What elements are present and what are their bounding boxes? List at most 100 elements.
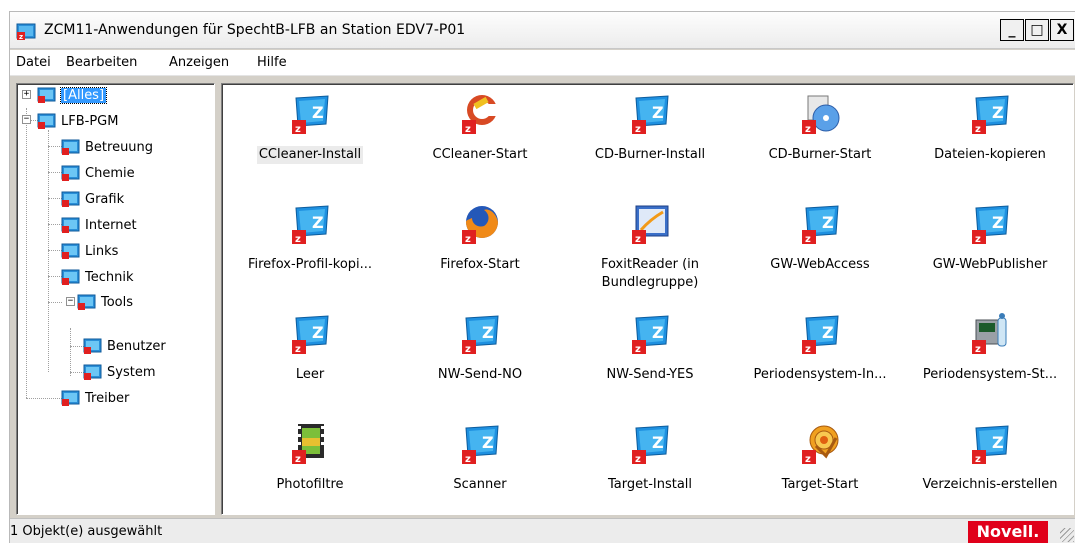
status-text: 1 Objekt(e) ausgewählt [10, 524, 163, 539]
tree-label: Links [85, 243, 119, 259]
svg-text:z: z [975, 344, 981, 355]
menu-hilfe[interactable]: Hilfe [257, 55, 287, 70]
zen-z-icon: Zz [972, 95, 1009, 135]
app-item[interactable]: Zz Dateien-kopieren [905, 90, 1075, 164]
tree-label: Benutzer [107, 338, 166, 354]
app-item[interactable]: Zz Scanner [395, 420, 565, 494]
app-item[interactable]: Zz GW-WebAccess [735, 200, 905, 274]
svg-text:z: z [805, 344, 811, 355]
app-item[interactable]: Zz Periodensystem-In... [735, 310, 905, 384]
tree-expand-alles[interactable]: + [22, 90, 31, 99]
tree-collapse-tools[interactable]: − [66, 297, 75, 306]
close-button[interactable]: X [1050, 19, 1074, 41]
app-item[interactable]: z Photofiltre [225, 420, 395, 494]
app-icon-view[interactable]: Zz CCleaner-Install z CCleaner-Start Zz … [221, 83, 1074, 515]
menu-anzeigen[interactable]: Anzeigen [169, 55, 229, 70]
tree-item-benutzer[interactable]: Benutzer [83, 335, 166, 357]
app-label: Scanner [453, 477, 507, 492]
svg-text:Z: Z [992, 103, 1004, 122]
app-label-line2: Bundlegruppe) [601, 275, 699, 290]
menu-bearbeiten[interactable]: Bearbeiten [66, 55, 137, 70]
tree-label: Betreuung [85, 139, 154, 155]
zen-folder-icon [37, 113, 56, 129]
tree-collapse-lfb-pgm[interactable]: − [22, 115, 31, 124]
app-label: NW-Send-NO [437, 367, 523, 382]
tree-item-technik[interactable]: Technik [61, 266, 134, 288]
zen-folder-icon [61, 165, 80, 181]
zen-folder-icon [61, 217, 80, 233]
zen-z-icon: Zz [292, 95, 329, 135]
tree-item-grafik[interactable]: Grafik [61, 188, 124, 210]
tree-item-system[interactable]: System [83, 361, 155, 383]
app-item[interactable]: Zz GW-WebPublisher [905, 200, 1075, 274]
tree-item-alles[interactable]: [Alles] [37, 84, 108, 106]
svg-text:Z: Z [482, 323, 494, 342]
svg-text:z: z [465, 234, 471, 245]
app-item[interactable]: z FoxitReader (in Bundlegruppe) [565, 200, 735, 292]
app-label: CD-Burner-Start [768, 147, 872, 162]
app-item[interactable]: z Target-Start [735, 420, 905, 494]
svg-text:z: z [19, 33, 23, 41]
title-bar[interactable]: z ZCM11-Anwendungen für SpechtB-LFB an S… [10, 12, 1075, 49]
zen-z-icon: Zz [632, 315, 669, 355]
zen-folder-icon [61, 269, 80, 285]
svg-text:z: z [805, 454, 811, 465]
foxit-icon: z [632, 205, 669, 245]
novell-logo: Novell. [968, 521, 1048, 543]
svg-text:z: z [295, 344, 301, 355]
app-label: Dateien-kopieren [934, 147, 1046, 162]
tree-item-tools[interactable]: Tools [77, 291, 133, 313]
app-item[interactable]: Zz NW-Send-NO [395, 310, 565, 384]
tree-item-betreuung[interactable]: Betreuung [61, 136, 153, 158]
folder-tree[interactable]: + − − [Alles] LFB-PGM Betreuung Chemie G… [16, 83, 215, 515]
firefox-icon: z [462, 206, 498, 245]
app-item[interactable]: z CD-Burner-Start [735, 90, 905, 164]
app-item[interactable]: Zz NW-Send-YES [565, 310, 735, 384]
app-label: GW-WebAccess [770, 257, 870, 272]
zen-z-icon: Zz [972, 425, 1009, 465]
minimize-button[interactable]: _ [1000, 19, 1024, 41]
tree-label: Internet [85, 217, 137, 233]
app-label: Verzeichnis-erstellen [922, 477, 1058, 492]
app-item[interactable]: Zz Target-Install [565, 420, 735, 494]
app-window: z ZCM11-Anwendungen für SpechtB-LFB an S… [9, 11, 1075, 543]
svg-text:Z: Z [652, 103, 664, 122]
tree-label: Grafik [85, 191, 125, 207]
app-item[interactable]: Zz Firefox-Profil-kopi... [225, 200, 395, 274]
app-label: CCleaner-Install [256, 146, 364, 164]
zen-z-icon: Zz [802, 315, 839, 355]
resize-grip-icon[interactable] [1060, 528, 1074, 542]
tree-item-links[interactable]: Links [61, 240, 118, 262]
tree-label-lfb-pgm: LFB-PGM [61, 113, 119, 129]
ccleaner-icon: z [462, 95, 498, 135]
app-item[interactable]: z CCleaner-Start [395, 90, 565, 164]
tree-item-lfb-pgm[interactable]: LFB-PGM [37, 110, 118, 132]
app-item[interactable]: Zz CCleaner-Install [225, 90, 395, 164]
svg-text:Z: Z [312, 103, 324, 122]
svg-text:Z: Z [312, 213, 324, 232]
tree-item-chemie[interactable]: Chemie [61, 162, 135, 184]
app-item[interactable]: Zz Verzeichnis-erstellen [905, 420, 1075, 494]
app-item[interactable]: z Firefox-Start [395, 200, 565, 274]
menu-datei[interactable]: Datei [16, 55, 51, 70]
tree-label: Technik [85, 269, 134, 285]
app-label: Target-Start [781, 477, 859, 492]
svg-text:z: z [635, 454, 641, 465]
app-item[interactable]: Zz CD-Burner-Install [565, 90, 735, 164]
zen-z-icon: Zz [292, 315, 329, 355]
app-item[interactable]: z Periodensystem-St... [905, 310, 1075, 384]
zen-folder-icon [61, 243, 80, 259]
tree-item-treiber[interactable]: Treiber [61, 387, 129, 409]
app-label: GW-WebPublisher [932, 257, 1048, 272]
zen-z-icon: Zz [802, 205, 839, 245]
zen-folder-icon [61, 390, 80, 406]
zen-z-icon: Zz [972, 205, 1009, 245]
zen-folder-icon [83, 364, 102, 380]
app-item[interactable]: Zz Leer [225, 310, 395, 384]
tree-item-internet[interactable]: Internet [61, 214, 137, 236]
tree-label: Chemie [85, 165, 135, 181]
maximize-button[interactable]: □ [1025, 19, 1049, 41]
tree-label: System [107, 364, 156, 380]
svg-text:Z: Z [822, 323, 834, 342]
zen-z-icon: Zz [292, 205, 329, 245]
